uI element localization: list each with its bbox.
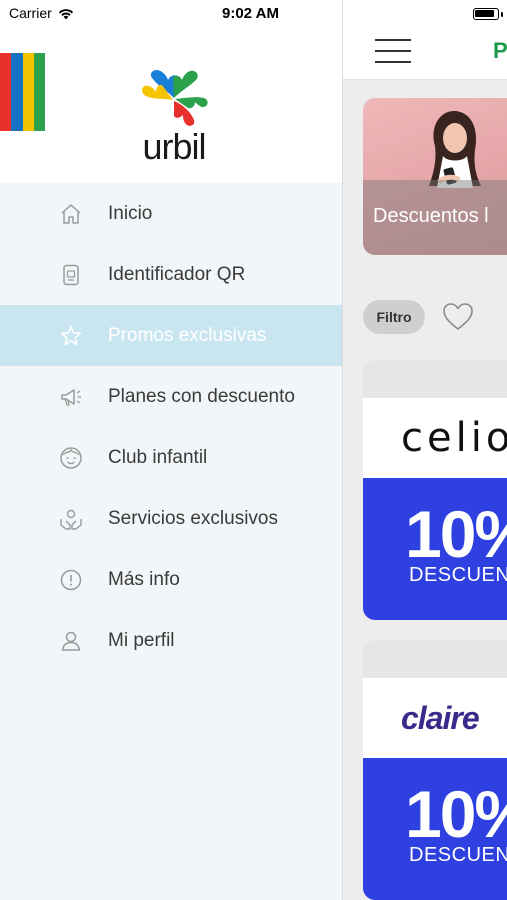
menu-label: Club infantil [108,446,208,468]
user-icon [58,628,84,654]
offer-percentage: 10% [405,777,507,851]
logo-text: urbil [142,126,206,167]
menu-label: Mi perfil [108,629,175,651]
menu-item-inicio[interactable]: Inicio [0,183,342,244]
qr-id-icon [58,262,84,288]
offer-panel: 10% DESCUEN [363,758,507,900]
menu-item-club-infantil[interactable]: Club infantil [0,427,342,488]
menu-item-mi-perfil[interactable]: Mi perfil [0,610,342,671]
menu-label: Planes con descuento [108,385,295,407]
promo-card-celio[interactable]: celio 10% DESCUEN [363,360,507,620]
child-face-icon [58,445,84,471]
battery-icon [473,8,499,20]
drawer-header: Carrier 9:02 AM urbil [0,0,342,183]
brand-logo-area: claire [363,678,507,758]
urbil-logo: urbil [136,68,212,167]
offer-subtitle: DESCUEN [409,844,507,866]
menu-item-promos-exclusivas[interactable]: Promos exclusivas [0,305,342,366]
filter-row: Filtro [363,300,475,334]
battery-tip [501,12,503,17]
status-bar-left: Carrier [9,5,75,21]
info-icon [58,567,84,593]
main-content[interactable]: P Descuentos l Filtro celio 10 DESCUEN c… [342,0,507,900]
promo-card-claire[interactable]: claire 10% DESCUEN [363,640,507,900]
menu-label: Servicios exclusivos [108,507,278,529]
side-drawer: Carrier 9:02 AM urbil Inicio Identificad… [0,0,342,900]
brand-logo-claire: claire [401,699,480,736]
drawer-menu: Inicio Identificador QR Promos exclusiva… [0,183,342,671]
carrier-label: Carrier [9,5,52,21]
menu-item-mas-info[interactable]: Más info [0,549,342,610]
stripe-green [33,53,45,131]
heart-clover-icon [142,69,208,126]
megaphone-icon [58,384,84,410]
offer-panel: 10% DESCUEN [363,478,507,620]
filter-button[interactable]: Filtro [363,300,425,334]
menu-label: Más info [108,568,180,590]
offer-subtitle: DESCUEN [409,564,507,586]
home-icon [58,201,84,227]
app-screen: Carrier 9:02 AM urbil Inicio Identificad… [0,0,507,900]
status-time: 9:02 AM [222,5,279,22]
star-icon [58,323,84,349]
stripe-yellow [22,53,34,131]
menu-label: Identificador QR [108,263,246,285]
offer-percentage: 10% [405,497,507,571]
menu-item-planes-con-descuento[interactable]: Planes con descuento [0,366,342,427]
menu-toggle-button[interactable] [375,37,411,65]
menu-label: Promos exclusivas [108,324,267,346]
menu-item-identificador-qr[interactable]: Identificador QR [0,244,342,305]
banner-title: Descuentos l [373,205,489,227]
page-title: P [493,38,507,63]
favorite-heart-icon[interactable] [441,300,475,334]
hands-service-icon [58,506,84,532]
stripe-blue [11,53,23,131]
menu-label: Inicio [108,202,153,224]
promo-banner[interactable]: Descuentos l [363,98,507,255]
stripe-red [0,53,12,131]
main-header: P [343,0,507,80]
brand-logo-area: celio [363,398,507,478]
card-top-strip [363,360,507,398]
brand-stripes [0,53,45,131]
menu-item-servicios-exclusivos[interactable]: Servicios exclusivos [0,488,342,549]
wifi-icon [58,8,73,19]
brand-logo-celio: celio [401,415,507,461]
card-top-strip [363,640,507,678]
